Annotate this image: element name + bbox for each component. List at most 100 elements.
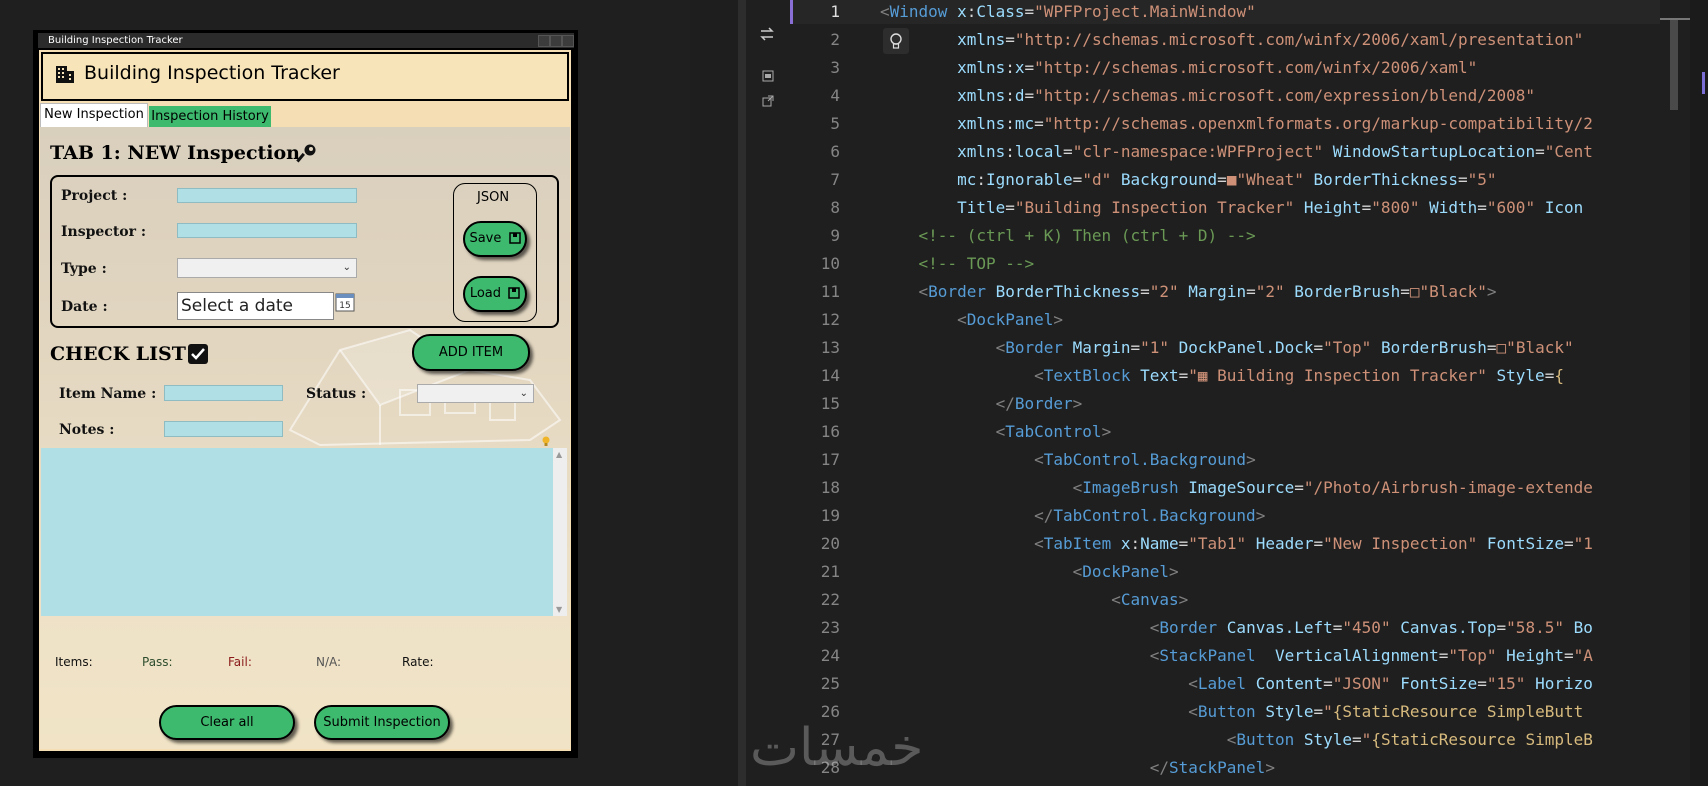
code-token: x: [1014, 58, 1025, 77]
building-icon: [56, 66, 74, 83]
collapse-pane-icon[interactable]: [762, 70, 774, 82]
save-button[interactable]: Save: [463, 221, 527, 257]
code-line[interactable]: <Window x:Class="WPFProject.MainWindow": [880, 2, 1660, 21]
submit-inspection-button[interactable]: Submit Inspection: [314, 705, 450, 740]
checklist-listbox[interactable]: [41, 448, 553, 616]
code-line[interactable]: <DockPanel>: [880, 562, 1660, 581]
code-token: local: [1014, 142, 1064, 161]
items-count-label: Items:: [55, 655, 93, 669]
line-number: 10: [820, 254, 840, 273]
code-line[interactable]: <Border Canvas.Left="450" Canvas.Top="58…: [880, 618, 1660, 637]
code-line[interactable]: <TabControl>: [880, 422, 1660, 441]
code-line[interactable]: </TabControl.Background>: [880, 506, 1660, 525]
code-line[interactable]: <StackPanel VerticalAlignment="Top" Heig…: [880, 646, 1660, 665]
load-button[interactable]: Load: [463, 276, 527, 312]
chevron-up-icon[interactable]: ▲: [556, 450, 562, 459]
code-line[interactable]: <Label Content="JSON" FontSize="15" Hori…: [880, 674, 1660, 693]
code-line[interactable]: xmlns:mc="http://schemas.openxmlformats.…: [880, 114, 1660, 133]
code-line[interactable]: xmlns:d="http://schemas.microsoft.com/ex…: [880, 86, 1660, 105]
code-line[interactable]: </StackPanel>: [880, 758, 1660, 777]
window-titlebar: Building Inspection Tracker: [38, 33, 574, 48]
pass-count-label: Pass:: [142, 655, 173, 669]
code-token: Name: [1140, 534, 1179, 553]
code-token: >: [1246, 450, 1256, 469]
maximize-icon[interactable]: [550, 35, 562, 47]
notes-input[interactable]: [164, 421, 283, 437]
code-line[interactable]: <Button Style="{StaticResource SimpleB: [880, 730, 1660, 749]
clear-all-button[interactable]: Clear all: [159, 705, 295, 740]
code-line[interactable]: <Canvas>: [880, 590, 1660, 609]
code-token: >: [1053, 310, 1064, 329]
type-select[interactable]: ⌄: [177, 258, 357, 278]
code-token: Header: [1255, 534, 1314, 553]
code-token: Label: [1197, 674, 1256, 693]
code-token: =: [1024, 58, 1035, 77]
code-token: xmlns: [957, 86, 1006, 105]
code-token: "800": [1371, 198, 1430, 217]
code-token: :: [1005, 142, 1015, 161]
code-token: "Top": [1448, 646, 1507, 665]
code-line[interactable]: </Border>: [880, 394, 1660, 413]
status-select[interactable]: ⌄: [417, 384, 534, 403]
code-token: =: [1005, 30, 1015, 49]
code-token: </: [1034, 506, 1054, 525]
code-token: <: [995, 422, 1006, 441]
quick-actions-lightbulb-icon[interactable]: [883, 28, 909, 54]
code-line[interactable]: <DockPanel>: [880, 310, 1660, 329]
inspector-label: Inspector :: [61, 224, 147, 240]
code-token: FontSize: [1486, 534, 1564, 553]
section-title-checklist: CHECK LIST: [50, 343, 186, 365]
code-token: <: [1034, 450, 1044, 469]
code-token: =: [1130, 338, 1141, 357]
code-token: <: [1072, 478, 1083, 497]
line-number: 18: [820, 478, 840, 497]
code-token: Text: [1140, 366, 1179, 385]
add-item-button[interactable]: ADD ITEM: [412, 334, 530, 371]
code-token: Canvas.Left: [1226, 618, 1333, 637]
key-icon: [296, 144, 316, 163]
line-number: 19: [820, 506, 840, 525]
code-token: "New Inspection": [1323, 534, 1487, 553]
code-token: "http://schemas.openxmlformats.org/marku…: [1043, 114, 1593, 133]
code-token: FontSize: [1400, 674, 1478, 693]
code-line[interactable]: <Border Margin="1" DockPanel.Dock="Top" …: [880, 338, 1660, 357]
code-token: >: [1486, 282, 1497, 301]
code-line[interactable]: xmlns:x="http://schemas.microsoft.com/wi…: [880, 58, 1660, 77]
code-line[interactable]: <!-- TOP -->: [880, 254, 1660, 273]
code-line[interactable]: <Border BorderThickness="2" Margin="2" B…: [880, 282, 1660, 301]
code-line[interactable]: <TabControl.Background>: [880, 450, 1660, 469]
minimize-icon[interactable]: [538, 35, 550, 47]
chevron-down-icon[interactable]: ▼: [556, 605, 562, 614]
code-line[interactable]: xmlns="http://schemas.microsoft.com/winf…: [880, 30, 1660, 49]
editor-scrollbar-thumb[interactable]: [1670, 20, 1678, 110]
code-token: "Building Inspection Tracker": [1014, 198, 1304, 217]
code-line[interactable]: Title="Building Inspection Tracker" Heig…: [880, 198, 1660, 217]
code-line[interactable]: <TextBlock Text="▦ Building Inspection T…: [880, 366, 1660, 385]
swap-panes-icon[interactable]: [758, 25, 776, 43]
code-line[interactable]: <ImageBrush ImageSource="/Photo/Airbrush…: [880, 478, 1660, 497]
code-line[interactable]: mc:Ignorable="d" Background=■"Wheat" Bor…: [880, 170, 1660, 189]
line-number: 6: [830, 142, 840, 161]
code-token: ": [1361, 730, 1372, 749]
popout-icon[interactable]: [762, 95, 774, 107]
date-picker-input[interactable]: Select a date: [177, 292, 334, 320]
calendar-icon[interactable]: 15: [335, 292, 355, 312]
checklist-scrollbar[interactable]: ▲ ▼: [553, 448, 567, 616]
pane-splitter[interactable]: [738, 0, 746, 786]
code-line[interactable]: <Button Style="{StaticResource SimpleBut…: [880, 702, 1660, 721]
inspector-input[interactable]: [177, 223, 357, 238]
code-token: □"Black": [1409, 282, 1487, 301]
tab-inspection-history[interactable]: Inspection History: [149, 106, 271, 127]
close-icon[interactable]: [562, 35, 574, 47]
item-name-input[interactable]: [164, 385, 283, 401]
code-token: mc: [957, 170, 977, 189]
line-number: 12: [820, 310, 840, 329]
code-line[interactable]: <!-- (ctrl + K) Then (ctrl + D) -->: [880, 226, 1660, 245]
project-input[interactable]: [177, 188, 357, 203]
tab-new-inspection[interactable]: New Inspection: [40, 103, 148, 127]
code-line[interactable]: <TabItem x:Name="Tab1" Header="New Inspe…: [880, 534, 1660, 553]
code-line[interactable]: xmlns:local="clr-namespace:WPFProject" W…: [880, 142, 1660, 161]
